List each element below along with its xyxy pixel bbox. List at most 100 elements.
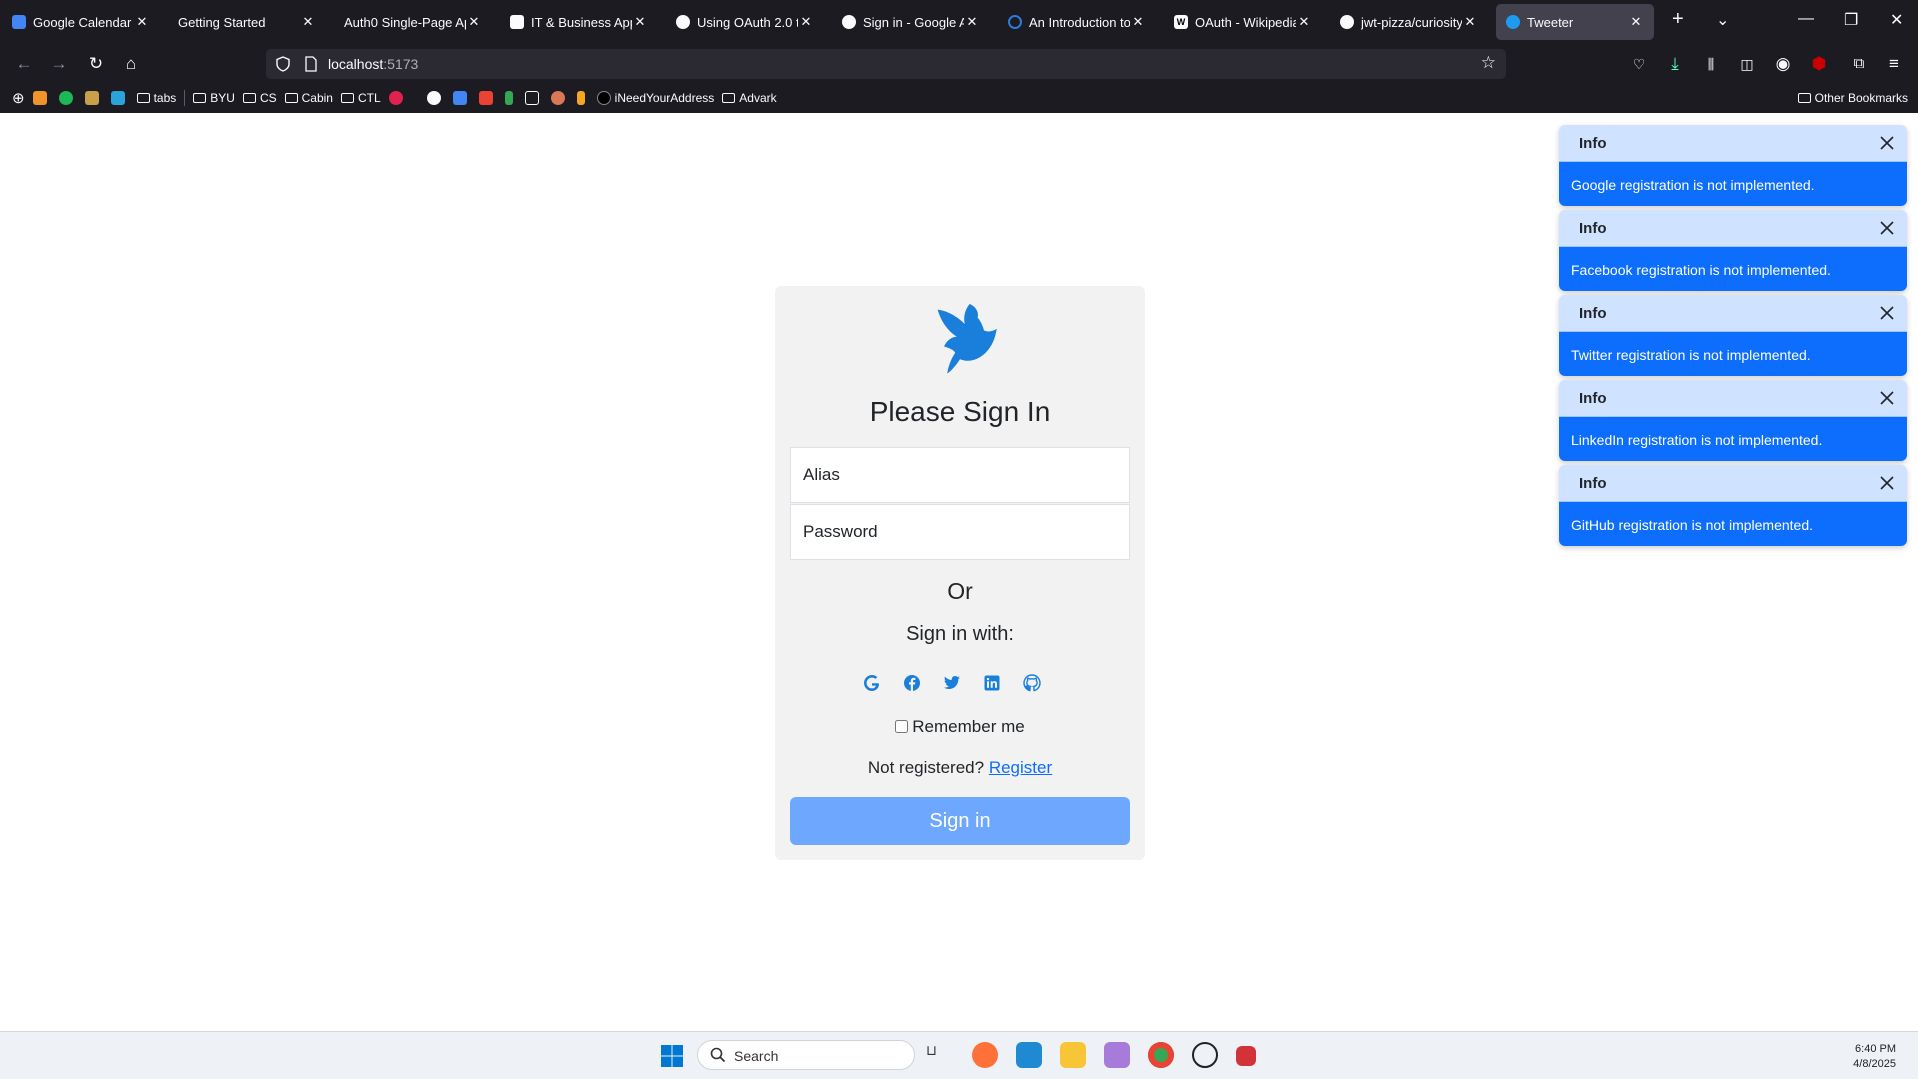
tab-tweeter[interactable]: Tweeter ✕ (1496, 4, 1654, 40)
firefox-icon[interactable] (972, 1042, 998, 1068)
chrome-icon[interactable] (1148, 1042, 1174, 1068)
bookmark-claude[interactable] (550, 91, 569, 105)
password-input[interactable] (791, 505, 1129, 559)
sidebar-icon[interactable]: ◫ (1735, 52, 1759, 76)
sign-in-button[interactable]: Sign in (790, 797, 1130, 845)
tab-title: An Introduction to O (1029, 14, 1130, 30)
pocket-icon[interactable]: ♡ (1627, 52, 1651, 76)
bookmark-label: BYU (210, 91, 235, 105)
system-clock[interactable]: 6:40 PM 4/8/2025 (1853, 1042, 1896, 1072)
close-icon[interactable] (1877, 473, 1897, 493)
remember-me-checkbox[interactable] (895, 720, 909, 733)
snipping-tool-icon[interactable] (1236, 1046, 1256, 1066)
bookmark-pb[interactable] (32, 91, 51, 105)
bookmark-dark[interactable] (426, 91, 445, 105)
close-icon[interactable]: ✕ (1462, 14, 1478, 30)
task-view-icon[interactable]: ⊔ (926, 1042, 937, 1059)
reload-icon[interactable]: ↻ (84, 52, 108, 76)
close-icon[interactable] (1877, 303, 1897, 323)
tab-google-signin[interactable]: Sign in - Google Acc✕ (832, 4, 990, 40)
tab-it-business[interactable]: IT & Business Applic✕ (500, 4, 658, 40)
extensions-icon[interactable]: ⧉ (1847, 52, 1871, 76)
toast-header: Info (1559, 125, 1907, 162)
close-icon[interactable]: ✕ (1296, 14, 1312, 30)
tab-github[interactable]: jwt-pizza/curiosity/o✕ (1330, 4, 1488, 40)
bookmark-label: CTL (357, 91, 381, 105)
google-signin-button[interactable] (859, 670, 885, 696)
minimize-icon[interactable]: — (1798, 10, 1814, 28)
close-icon[interactable]: ✕ (964, 14, 980, 30)
new-tab-icon[interactable]: + (1672, 8, 1684, 31)
close-icon[interactable]: ✕ (134, 14, 150, 30)
globe-icon[interactable]: ⊕ (12, 89, 25, 107)
close-icon[interactable] (1877, 218, 1897, 238)
bookmark-blue[interactable] (110, 91, 129, 105)
folder-icon (242, 93, 256, 103)
library-icon[interactable]: ⫼ (1699, 52, 1723, 76)
tab-using-oauth[interactable]: Using OAuth 2.0 to A✕ (666, 4, 824, 40)
close-icon[interactable]: ✕ (798, 14, 814, 30)
bookmark-gmail[interactable] (478, 91, 497, 105)
tab-wikipedia[interactable]: W OAuth - Wikipedia ✕ (1164, 4, 1322, 40)
forward-icon[interactable]: → (47, 52, 71, 76)
bookmark-ineedyouraddress[interactable]: iNeedYourAddress (596, 91, 714, 105)
toast-header: Info (1559, 295, 1907, 332)
close-icon[interactable] (1877, 133, 1897, 153)
tab-intro-oauth[interactable]: An Introduction to O✕ (998, 4, 1156, 40)
toast-header: Info (1559, 465, 1907, 502)
close-icon[interactable]: ✕ (632, 14, 648, 30)
shield-icon[interactable] (275, 56, 291, 72)
bookmark-bolt[interactable] (576, 91, 589, 105)
home-icon[interactable]: ⌂ (119, 52, 143, 76)
tab-list-icon[interactable]: ⌄ (1716, 10, 1729, 30)
bookmark-green[interactable] (504, 91, 517, 105)
bookmark-folder-byu[interactable]: BYU (193, 91, 235, 105)
bookmark-calendar[interactable] (452, 91, 471, 105)
bookmark-folder-advark[interactable]: Advark (722, 91, 777, 105)
bookmark-spotify[interactable] (58, 91, 77, 105)
claude-icon (550, 91, 565, 105)
bookmark-folder-cs[interactable]: CS (242, 91, 277, 105)
twitter-signin-button[interactable] (939, 670, 965, 696)
bookmark-folder-tabs[interactable]: tabs (136, 91, 177, 105)
register-link[interactable]: Register (989, 758, 1052, 777)
ublock-icon[interactable]: ⬢ (1807, 52, 1831, 76)
close-icon[interactable]: ✕ (1130, 14, 1146, 30)
bookmark-red[interactable] (388, 91, 407, 105)
back-icon[interactable]: ← (12, 52, 36, 76)
close-icon[interactable]: ✕ (466, 14, 482, 30)
chatgpt-icon[interactable] (1192, 1042, 1218, 1068)
bookmark-notion[interactable] (524, 91, 543, 105)
other-bookmarks[interactable]: Other Bookmarks (1797, 91, 1908, 105)
url-bar[interactable]: localhost:5173 ☆ (266, 49, 1506, 79)
github-icon (1340, 15, 1354, 29)
linkedin-signin-button[interactable] (979, 670, 1005, 696)
close-icon[interactable] (1877, 388, 1897, 408)
close-icon[interactable]: ✕ (1628, 14, 1644, 30)
url-text[interactable]: localhost:5173 (328, 56, 418, 72)
bookmark-folder-ctl[interactable]: CTL (340, 91, 381, 105)
tab-google-calendar[interactable]: Google Calendar - W✕ (2, 4, 160, 40)
menu-icon[interactable]: ≡ (1882, 52, 1906, 76)
bookmark-folder-cabin[interactable]: Cabin (284, 91, 333, 105)
close-icon[interactable]: ✕ (300, 14, 316, 30)
account-icon[interactable]: ◉ (1771, 52, 1795, 76)
vscode-icon[interactable] (1016, 1042, 1042, 1068)
alias-input[interactable] (791, 448, 1129, 502)
file-explorer-icon[interactable] (1060, 1042, 1086, 1068)
windows-start-icon[interactable] (660, 1044, 684, 1068)
tab-auth0[interactable]: Auth0 Single-Page App (✕ (334, 4, 492, 40)
page-title: Please Sign In (869, 396, 1051, 427)
app-icon[interactable] (1104, 1042, 1130, 1068)
close-window-icon[interactable]: ✕ (1890, 10, 1903, 30)
tab-getting-started[interactable]: Getting Started ✕ (168, 4, 326, 40)
bookmark-misc[interactable] (84, 91, 103, 105)
github-signin-button[interactable] (1019, 670, 1045, 696)
restore-icon[interactable]: ❐ (1844, 10, 1858, 30)
download-icon[interactable]: ⤓ (1663, 52, 1687, 76)
bookmark-label: tabs (153, 91, 177, 105)
toast-title: Info (1579, 474, 1607, 492)
star-icon[interactable]: ☆ (1481, 53, 1496, 73)
facebook-signin-button[interactable] (899, 670, 925, 696)
taskbar-search[interactable]: Search (697, 1040, 915, 1070)
